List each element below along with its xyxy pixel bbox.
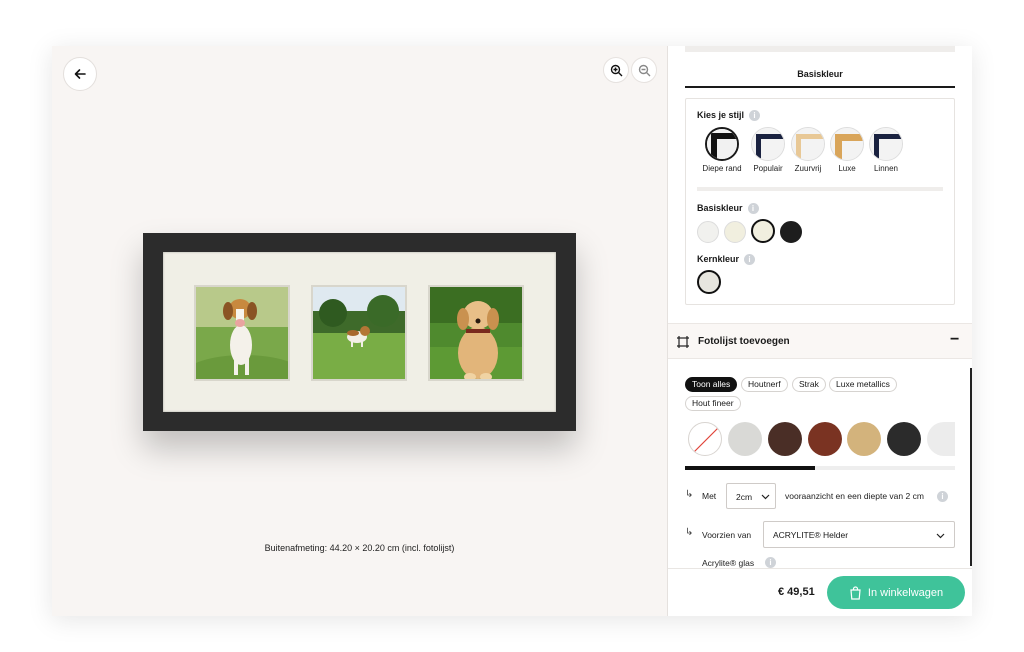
frame-swatch-mahogany[interactable] <box>808 422 842 456</box>
photo-beagle-field[interactable] <box>311 285 407 381</box>
depth-select[interactable]: 2cm <box>726 483 776 509</box>
style-option-diepe-rand[interactable]: Diepe rand <box>697 127 747 173</box>
filter-hout-fineer[interactable]: Hout fineer <box>685 396 741 411</box>
core-color-label: Kernkleur i <box>697 254 756 266</box>
editor-window: Buitenafmeting: 44.20 × 20.20 cm (incl. … <box>52 46 972 616</box>
frame-swatch-white[interactable] <box>927 422 955 456</box>
style-label-text: Kies je stijl <box>697 110 745 120</box>
passe-partout <box>163 252 556 412</box>
filter-luxe-metallics[interactable]: Luxe metallics <box>829 377 897 392</box>
frame-crop-icon <box>677 336 689 348</box>
panel-scrollbar[interactable] <box>970 368 972 566</box>
price-text: € 49,51 <box>778 586 815 598</box>
base-color-swatch-white[interactable] <box>697 221 719 243</box>
outer-dimensions-text: Buitenafmeting: 44.20 × 20.20 cm (incl. … <box>264 543 455 553</box>
configuration-panel: Basiskleur Kies je stijl i Diepe rand Pop… <box>667 46 972 616</box>
info-icon[interactable]: i <box>937 491 948 502</box>
core-color-swatch-selected[interactable] <box>697 270 721 294</box>
photo-golden-puppy[interactable] <box>428 285 524 381</box>
back-button[interactable] <box>63 57 97 91</box>
style-name: Diepe rand <box>702 164 742 173</box>
base-color-swatch-black[interactable] <box>780 221 802 243</box>
frame-swatch-light-grey[interactable] <box>728 422 762 456</box>
depth-select-value: 2cm <box>736 492 753 502</box>
base-color-swatch-ivory-selected[interactable] <box>751 219 775 243</box>
style-color-card: Kies je stijl i Diepe rand Populair Zuurv… <box>685 98 955 305</box>
frame-section-header[interactable]: Fotolijst toevoegen − <box>668 323 972 359</box>
swatch-scrollbar-thumb[interactable] <box>685 466 815 470</box>
info-icon[interactable]: i <box>749 110 761 122</box>
shopping-bag-icon <box>850 585 861 600</box>
frame-swatch-oak[interactable] <box>847 422 881 456</box>
base-color-swatch-cream[interactable] <box>724 221 746 243</box>
core-color-label-text: Kernkleur <box>697 254 740 264</box>
depth-suffix: vooraanzicht en een diepte van 2 cm <box>785 491 924 501</box>
chevron-down-icon <box>761 494 770 500</box>
depth-arrow-icon: ↳ <box>685 489 694 500</box>
checkout-footer: € 49,51 In winkelwagen <box>668 568 972 616</box>
style-swatch-linnen <box>869 127 903 161</box>
frame-swatch-dark-brown[interactable] <box>768 422 802 456</box>
photo-beagle-running[interactable] <box>194 285 290 381</box>
filter-houtnerf[interactable]: Houtnerf <box>741 377 788 392</box>
style-swatch-diepe-rand <box>705 127 739 161</box>
depth-prefix: Met <box>702 491 717 501</box>
zoom-in-button[interactable] <box>603 57 629 83</box>
zoom-in-icon <box>610 64 622 76</box>
frame-swatch-black[interactable] <box>887 422 921 456</box>
add-to-cart-label: In winkelwagen <box>867 586 944 599</box>
swatch-scrollbar[interactable] <box>685 466 955 470</box>
zoom-out-button[interactable] <box>631 57 657 83</box>
frame-preview-area: Buitenafmeting: 44.20 × 20.20 cm (incl. … <box>52 46 667 616</box>
photo-frame <box>143 233 576 431</box>
filter-strak[interactable]: Strak <box>792 377 826 392</box>
filter-toon-alles[interactable]: Toon alles <box>685 377 738 392</box>
panel-top-divider <box>685 46 955 52</box>
glass-sub-label: Acrylite® glas <box>702 558 755 568</box>
frame-section-title: Fotolijst toevoegen <box>698 336 790 347</box>
no-frame-icon <box>692 426 720 454</box>
card-divider <box>697 187 943 191</box>
zoom-out-icon <box>638 64 650 76</box>
info-icon[interactable]: i <box>744 254 756 266</box>
style-option-linnen[interactable]: Linnen <box>861 127 911 173</box>
info-icon[interactable]: i <box>765 557 776 568</box>
collapse-icon[interactable]: − <box>950 331 959 349</box>
frame-swatch-none[interactable] <box>688 422 722 456</box>
glass-select-value: ACRYLITE® Helder <box>773 530 849 540</box>
style-section-label: Kies je stijl i <box>697 110 761 122</box>
base-color-label-text: Basiskleur <box>697 203 743 213</box>
style-swatch-luxe <box>830 127 864 161</box>
base-color-label: Basiskleur i <box>697 203 759 215</box>
add-to-cart-button[interactable]: In winkelwagen <box>827 576 965 609</box>
glass-select[interactable]: ACRYLITE® Helder <box>763 521 955 548</box>
chevron-down-icon <box>936 533 945 539</box>
glass-arrow-icon: ↳ <box>685 527 694 538</box>
tab-basiskleur[interactable]: Basiskleur <box>685 60 955 88</box>
info-icon[interactable]: i <box>747 203 759 215</box>
arrow-left-icon <box>74 69 86 79</box>
style-swatch-populair <box>751 127 785 161</box>
style-swatch-zuurvrij <box>791 127 825 161</box>
glass-prefix: Voorzien van <box>702 530 752 540</box>
style-name: Linnen <box>873 164 899 173</box>
